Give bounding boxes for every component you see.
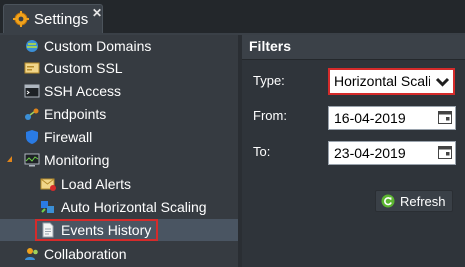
tree-item-label: SSH Access bbox=[44, 83, 122, 99]
tree-item-monitoring[interactable]: Monitoring bbox=[0, 149, 238, 171]
settings-tree: Custom Domains Custom SSL SSH Access End… bbox=[0, 35, 238, 267]
refresh-label: Refresh bbox=[400, 194, 446, 209]
terminal-icon bbox=[24, 84, 40, 98]
gear-icon bbox=[13, 11, 29, 27]
close-icon[interactable]: ✕ bbox=[92, 6, 102, 20]
tree-item-label: Load Alerts bbox=[61, 176, 132, 192]
tree-item-label: Events History bbox=[61, 222, 152, 238]
scaling-icon bbox=[41, 201, 54, 213]
expand-arrow-icon[interactable] bbox=[7, 156, 12, 162]
type-label: Type: bbox=[253, 73, 285, 88]
from-date-field[interactable]: 16-04-2019 bbox=[328, 106, 456, 130]
tree-item-load-alerts[interactable]: Load Alerts bbox=[0, 173, 238, 195]
tree-item-firewall[interactable]: Firewall bbox=[0, 126, 238, 148]
tree-item-label: Auto Horizontal Scaling bbox=[61, 199, 207, 215]
chevron-down-icon[interactable] bbox=[434, 72, 451, 91]
tree-item-label: Monitoring bbox=[44, 152, 110, 168]
tree-item-auto-horizontal-scaling[interactable]: Auto Horizontal Scaling bbox=[0, 196, 238, 218]
from-date-value: 16-04-2019 bbox=[334, 110, 406, 126]
users-icon bbox=[25, 248, 38, 260]
shield-icon bbox=[26, 130, 38, 144]
calendar-icon[interactable] bbox=[438, 111, 452, 124]
type-select[interactable]: Horizontal Scaling bbox=[328, 68, 455, 95]
from-label: From: bbox=[253, 108, 287, 123]
document-icon bbox=[42, 222, 54, 238]
refresh-button[interactable]: Refresh bbox=[375, 190, 453, 212]
alert-mail-icon bbox=[40, 178, 56, 191]
tree-item-events-history[interactable]: Events History bbox=[0, 219, 238, 241]
to-date-value: 23-04-2019 bbox=[334, 145, 406, 161]
tree-item-label: Firewall bbox=[44, 129, 93, 145]
filters-header: Filters bbox=[242, 35, 465, 60]
to-date-field[interactable]: 23-04-2019 bbox=[328, 141, 456, 165]
tab-bar: Settings ✕ bbox=[0, 0, 465, 33]
tree-item-custom-domains[interactable]: Custom Domains bbox=[0, 35, 238, 57]
tree-item-endpoints[interactable]: Endpoints bbox=[0, 103, 238, 125]
filters-panel: Filters Type: Horizontal Scaling From: 1… bbox=[242, 35, 465, 267]
globe-icon bbox=[26, 40, 38, 52]
monitor-icon bbox=[24, 153, 40, 167]
tab-title: Settings bbox=[34, 11, 89, 28]
certificate-icon bbox=[24, 62, 40, 74]
tree-item-label: Custom SSL bbox=[44, 60, 123, 76]
tree-item-label: Custom Domains bbox=[44, 38, 152, 54]
tree-item-collaboration[interactable]: Collaboration bbox=[0, 243, 238, 265]
tree-item-custom-ssl[interactable]: Custom SSL bbox=[0, 57, 238, 79]
type-select-value: Horizontal Scaling bbox=[334, 73, 430, 89]
tab-settings[interactable]: Settings ✕ bbox=[3, 4, 103, 33]
endpoints-icon bbox=[25, 108, 39, 120]
to-label: To: bbox=[253, 144, 271, 159]
tree-item-ssh-access[interactable]: SSH Access bbox=[0, 80, 238, 102]
tree-item-label: Collaboration bbox=[44, 246, 127, 262]
tree-item-label: Endpoints bbox=[44, 106, 107, 122]
calendar-icon[interactable] bbox=[438, 146, 452, 159]
refresh-icon bbox=[381, 194, 395, 208]
filters-title: Filters bbox=[249, 38, 292, 54]
